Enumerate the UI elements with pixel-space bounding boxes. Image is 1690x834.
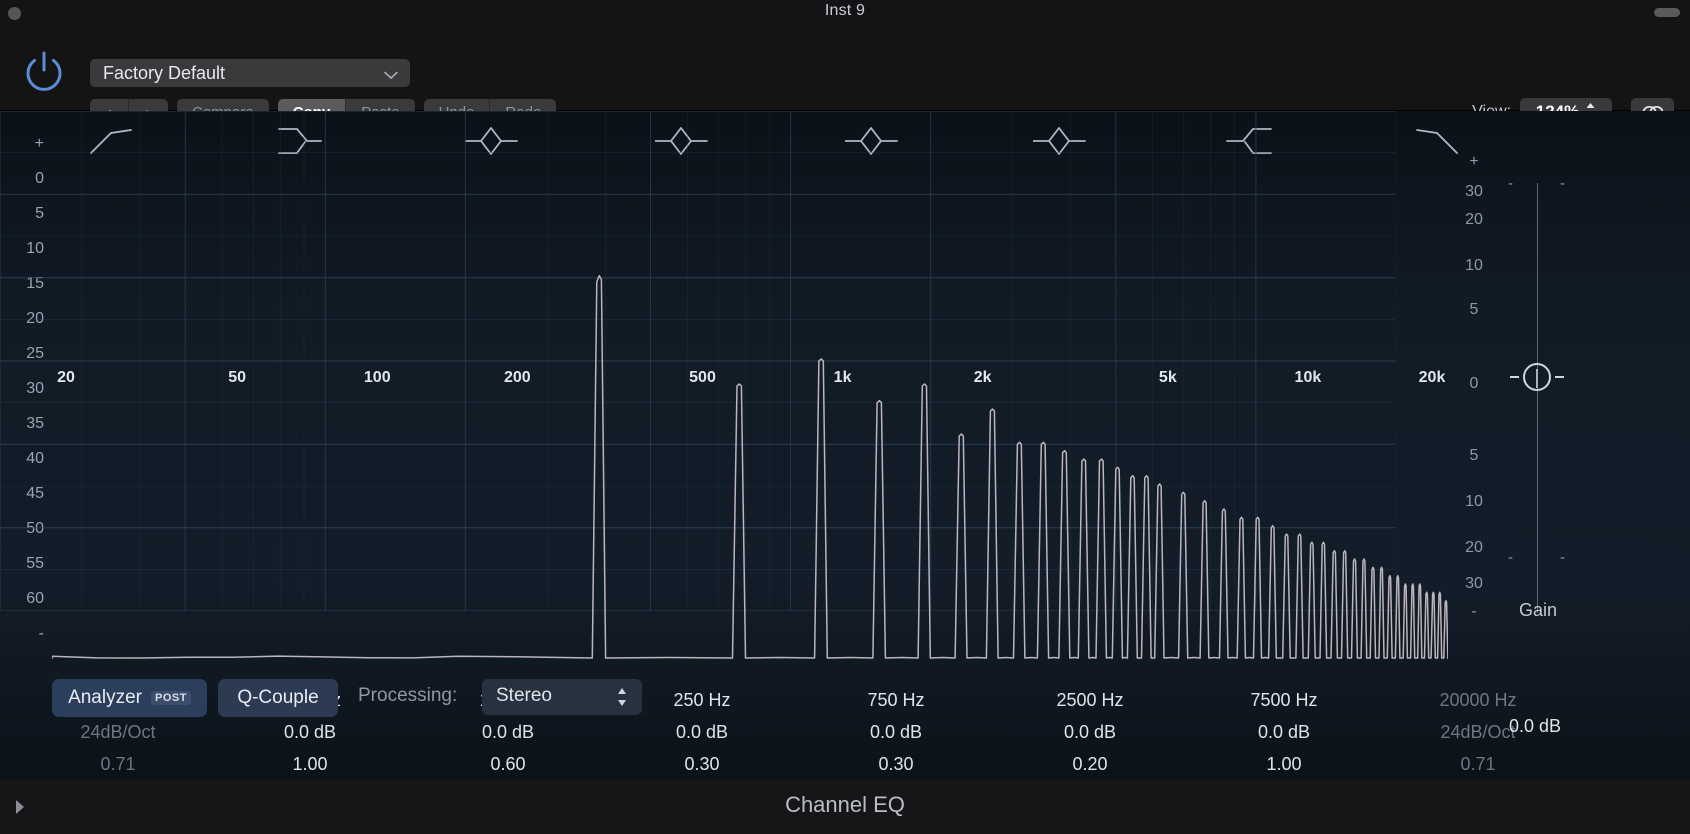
eq-db-scale-tick: 5 — [1452, 301, 1496, 319]
eq-db-scale: +30 20 10 5 0 5 10 20 30 - — [1452, 135, 1504, 675]
eq-bottom-controls: Analyzer POST Q-Couple Processing: Stere… — [0, 673, 1690, 780]
frequency-axis-labels: 20 50 100 200 500 1k 2k 5k 10k 20k — [52, 369, 1448, 393]
analyzer-spectrum-trace — [52, 159, 1448, 659]
frequency-tick-label: 20 — [57, 369, 75, 387]
channel-eq-plugin-window: Inst 9 Factory Default ‹ › Comp — [0, 0, 1690, 834]
frequency-tick-label: 1k — [834, 369, 852, 387]
power-icon[interactable] — [21, 48, 67, 94]
eq-db-scale-tick: 10 — [1452, 257, 1496, 275]
eq-db-scale-tick: 30 — [1452, 575, 1496, 593]
frequency-tick-label: 500 — [689, 369, 716, 387]
eq-db-scale-tick: 0 — [1452, 375, 1496, 393]
processing-mode-value: Stereo — [496, 685, 552, 707]
gain-label: Gain — [1500, 600, 1576, 621]
frequency-tick-label: 20k — [1419, 369, 1446, 387]
plugin-footer: Channel EQ — [0, 780, 1690, 834]
analyzer-mode-badge[interactable]: POST — [151, 691, 191, 705]
eq-db-scale-tick: 30 — [1452, 183, 1496, 201]
frequency-tick-label: 50 — [228, 369, 246, 387]
frequency-tick-label: 200 — [504, 369, 531, 387]
gain-tick-bottom-right: - — [1560, 549, 1565, 566]
gain-knob-icon[interactable] — [1523, 363, 1551, 391]
master-gain-slider[interactable]: - - - - Gain — [1500, 135, 1576, 680]
gain-tick-bottom-left: - — [1508, 549, 1513, 566]
chevron-down-icon — [384, 67, 398, 85]
eq-db-scale-tick: - — [1452, 603, 1496, 621]
gain-tick-top-left: - — [1508, 175, 1513, 192]
window-title: Inst 9 — [0, 2, 1690, 20]
plugin-name: Channel EQ — [0, 792, 1690, 818]
gain-center-dash-left — [1510, 376, 1519, 378]
analyzer-toggle-button[interactable]: Analyzer POST — [52, 679, 207, 717]
preset-selector[interactable]: Factory Default — [90, 59, 410, 87]
gain-slider-track — [1537, 183, 1538, 613]
gain-tick-top-right: - — [1560, 175, 1565, 192]
q-couple-label: Q-Couple — [237, 687, 318, 709]
frequency-tick-label: 5k — [1159, 369, 1177, 387]
analyzer-label: Analyzer — [68, 687, 142, 709]
stepper-updown-icon — [616, 686, 628, 713]
frequency-tick-label: 100 — [364, 369, 391, 387]
eq-db-scale-tick: + — [1452, 153, 1496, 171]
gain-center-dash-right — [1555, 376, 1564, 378]
preset-name: Factory Default — [103, 63, 225, 84]
q-couple-toggle-button[interactable]: Q-Couple — [218, 679, 338, 717]
window-titlebar: Inst 9 — [0, 0, 1690, 26]
processing-label: Processing: — [358, 685, 457, 707]
frequency-tick-label: 10k — [1295, 369, 1322, 387]
frequency-tick-label: 2k — [974, 369, 992, 387]
analyzer-scale-tick: - — [39, 625, 44, 643]
eq-db-scale-tick: 20 — [1452, 211, 1496, 229]
eq-db-scale-tick: 5 — [1452, 447, 1496, 465]
resize-pill-icon[interactable] — [1654, 8, 1680, 17]
plugin-header-toolbar: Factory Default ‹ › Compare Copy Paste U… — [0, 26, 1690, 111]
eq-db-scale-tick: 10 — [1452, 493, 1496, 511]
eq-db-scale-tick: 20 — [1452, 539, 1496, 557]
processing-mode-select[interactable]: Stereo — [482, 679, 642, 715]
